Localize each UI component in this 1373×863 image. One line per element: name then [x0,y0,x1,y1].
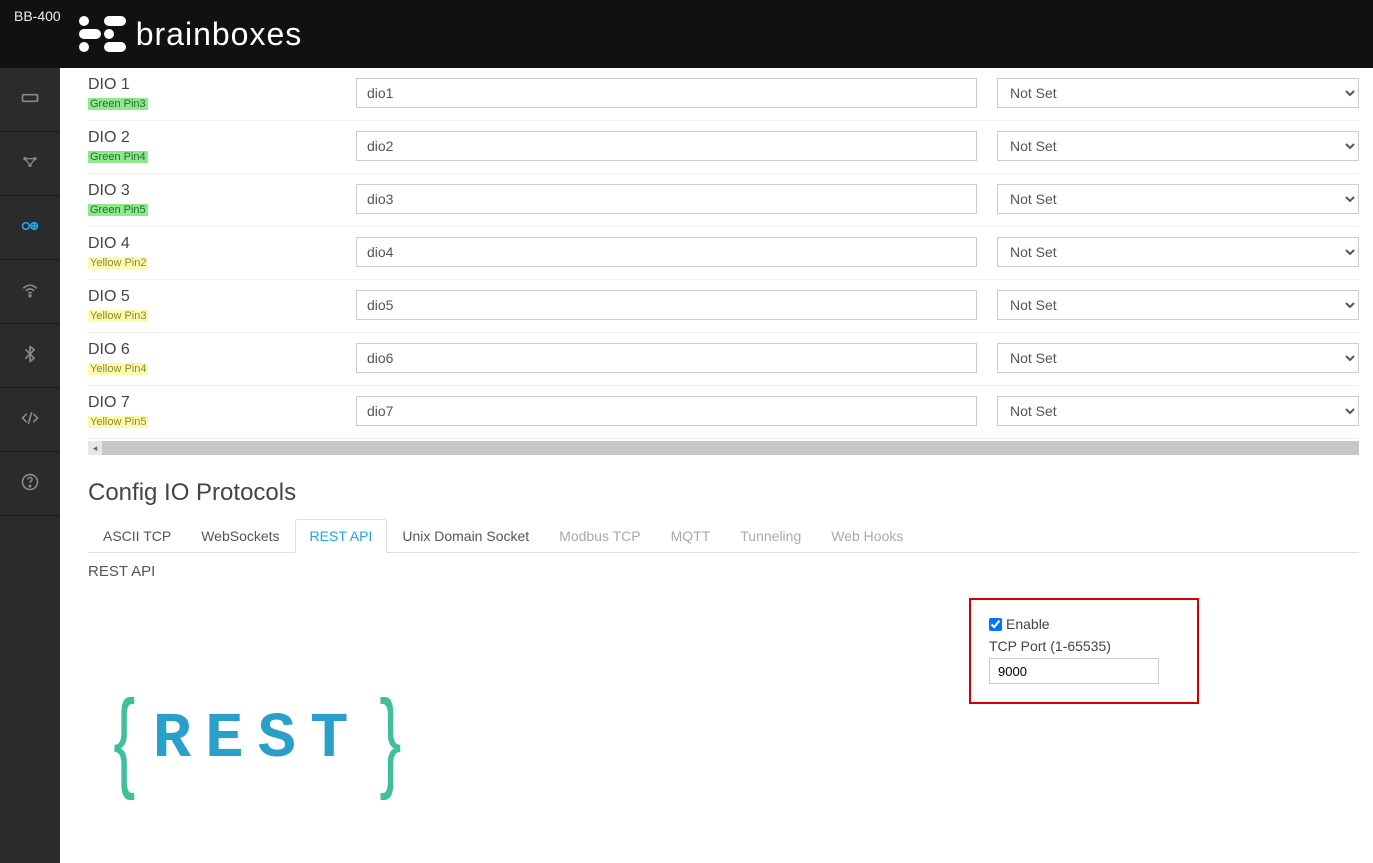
pin-badge: Yellow Pin3 [88,310,148,322]
dio-name-input[interactable] [356,396,977,426]
dio-title: DIO 3 [88,182,336,200]
sidebar-item-link[interactable] [0,132,60,196]
sidebar-item-code[interactable] [0,388,60,452]
device-icon [20,88,40,111]
device-name: BB-400 [14,8,61,24]
section-title: Config IO Protocols [88,479,1359,507]
dio-title: DIO 5 [88,288,336,306]
link-icon [20,152,40,175]
dio-mode-select[interactable]: Not Set [997,396,1359,426]
tab-subtitle: REST API [88,563,1359,580]
dio-name-input[interactable] [356,290,977,320]
sidebar-item-io[interactable] [0,196,60,260]
rest-logo-text: REST [153,704,363,776]
sidebar-item-device[interactable] [0,68,60,132]
dio-mode-select[interactable]: Not Set [997,343,1359,373]
tab-mqtt: MQTT [656,519,726,553]
help-icon [20,472,40,495]
brand-text: brainboxes [136,16,303,53]
dio-name-input[interactable] [356,237,977,267]
sidebar-item-help[interactable] [0,452,60,516]
code-icon [20,408,40,431]
pin-badge: Yellow Pin5 [88,416,148,428]
sidebar-item-bluetooth[interactable] [0,324,60,388]
dio-mode-select[interactable]: Not Set [997,237,1359,267]
dio-name-input[interactable] [356,184,977,214]
dio-name-input[interactable] [356,131,977,161]
dio-row: DIO 6 Yellow Pin4 Not Set [88,333,1359,386]
pin-badge: Yellow Pin4 [88,363,148,375]
dio-title: DIO 2 [88,129,336,147]
dio-row: DIO 7 Yellow Pin5 Not Set [88,386,1359,439]
sidebar-item-wifi[interactable] [0,260,60,324]
scroll-left-icon[interactable]: ◂ [88,441,102,455]
pin-badge: Green Pin3 [88,98,148,110]
dio-mode-select[interactable]: Not Set [997,131,1359,161]
dio-mode-select[interactable]: Not Set [997,78,1359,108]
enable-label: Enable [1006,616,1050,632]
pin-badge: Green Pin5 [88,204,148,216]
tab-websockets[interactable]: WebSockets [186,519,294,553]
sidebar [0,68,60,863]
dio-title: DIO 4 [88,235,336,253]
tcp-port-label: TCP Port (1-65535) [989,638,1111,654]
logo-shapes-icon [79,16,126,52]
tab-tunneling: Tunneling [725,519,816,553]
pin-badge: Yellow Pin2 [88,257,148,269]
protocol-tabs: ASCII TCPWebSocketsREST APIUnix Domain S… [88,519,1359,553]
dio-row: DIO 5 Yellow Pin3 Not Set [88,280,1359,333]
rest-config-panel: Enable TCP Port (1-65535) [969,598,1199,704]
close-brace-icon: } [380,707,402,773]
tcp-port-input[interactable] [989,658,1159,684]
open-brace-icon: { [113,707,135,773]
tab-rest-api[interactable]: REST API [295,519,388,553]
wifi-icon [20,280,40,303]
dio-title: DIO 1 [88,76,336,94]
tab-ascii-tcp[interactable]: ASCII TCP [88,519,186,553]
brand-logo: brainboxes [79,16,303,53]
app-header: BB-400 brainboxes [0,0,1373,68]
tab-unix-domain-socket[interactable]: Unix Domain Socket [387,519,544,553]
bluetooth-icon [20,344,40,367]
pin-badge: Green Pin4 [88,151,148,163]
dio-name-input[interactable] [356,78,977,108]
dio-row: DIO 1 Green Pin3 Not Set [88,68,1359,121]
dio-row: DIO 3 Green Pin5 Not Set [88,174,1359,227]
tab-web-hooks: Web Hooks [816,519,918,553]
dio-mode-select[interactable]: Not Set [997,290,1359,320]
dio-title: DIO 7 [88,394,336,412]
rest-logo: { REST } [106,704,409,776]
tab-modbus-tcp: Modbus TCP [544,519,655,553]
dio-row: DIO 2 Green Pin4 Not Set [88,121,1359,174]
horizontal-scrollbar[interactable]: ◂ [88,441,1359,455]
dio-title: DIO 6 [88,341,336,359]
io-icon [20,216,40,239]
main-content: DIO 1 Green Pin3 Not Set DIO 2 Green Pin4 Not… [60,68,1373,863]
dio-row: DIO 4 Yellow Pin2 Not Set [88,227,1359,280]
enable-checkbox[interactable] [989,618,1002,631]
dio-name-input[interactable] [356,343,977,373]
dio-mode-select[interactable]: Not Set [997,184,1359,214]
